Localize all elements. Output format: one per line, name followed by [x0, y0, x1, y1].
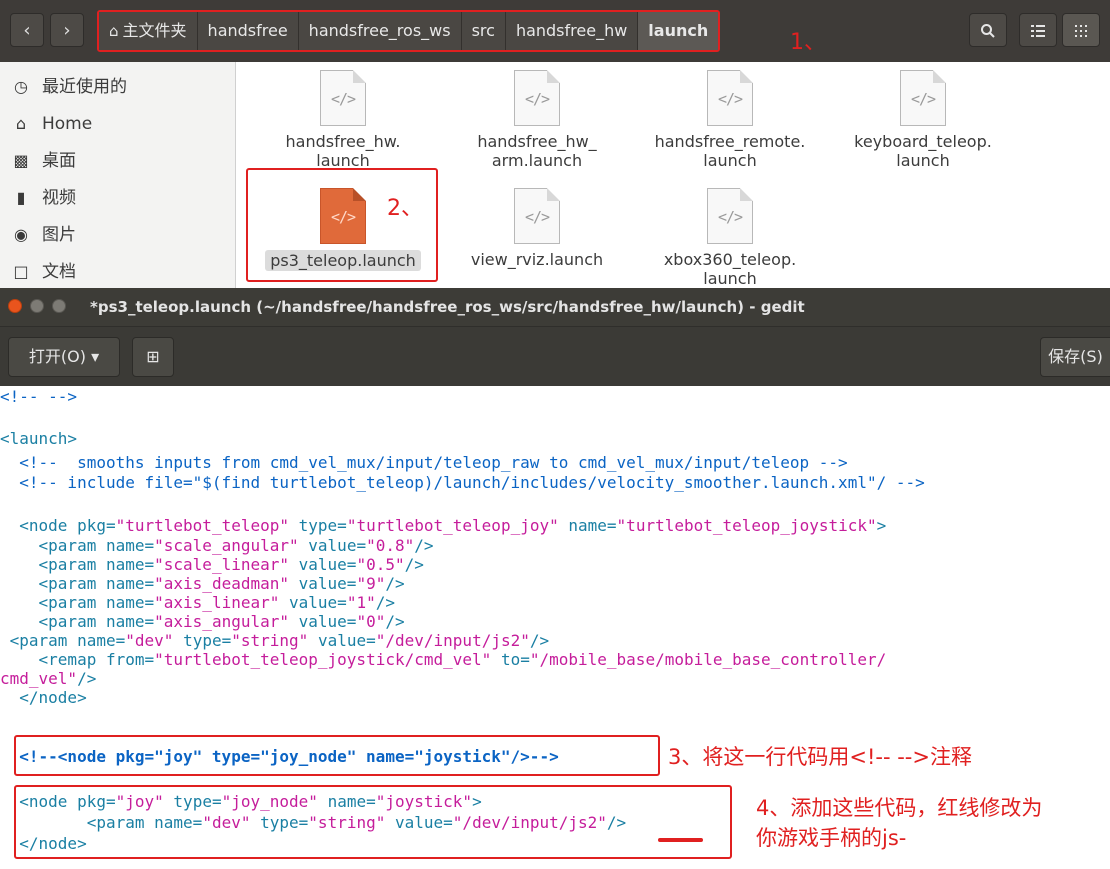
search-button[interactable] [969, 13, 1007, 47]
sidebar-item-videos[interactable]: ▮ 视频 [10, 183, 76, 213]
annotation-step-3: 3、将这一行代码用<!-- -->注释 [668, 745, 972, 769]
video-icon: ▮ [16, 188, 26, 207]
sidebar-item-pictures[interactable]: ◉ 图片 [10, 220, 76, 250]
launch-file-icon: </> [707, 188, 753, 244]
launch-file-icon-selected: </> [320, 188, 366, 244]
code-line: <!-- smooths inputs from cmd_vel_mux/inp… [0, 453, 848, 472]
code-line: <param name="dev" type="string" value="/… [86, 813, 627, 832]
forward-button[interactable]: › [50, 13, 84, 47]
code-line: <param name="scale_linear" value="0.5"/> [38, 555, 424, 574]
chevron-right-icon: › [63, 20, 71, 41]
grid-view-button[interactable] [1062, 13, 1100, 47]
code-line: cmd_vel"/> [0, 669, 97, 688]
sidebar-item-home[interactable]: ⌂ Home [10, 109, 92, 139]
annotation-underline-js2 [658, 838, 703, 842]
back-button[interactable]: ‹ [10, 13, 44, 47]
breadcrumb-handsfree-ros-ws[interactable]: handsfree_ros_ws [298, 12, 462, 50]
file-item-view-rviz[interactable]: </> view_rviz.launch [447, 188, 627, 269]
sidebar-item-desktop[interactable]: ▩ 桌面 [10, 146, 76, 176]
new-tab-icon: ⊞ [146, 347, 160, 366]
annotation-step-4-line2: 你游戏手柄的js- [756, 826, 907, 850]
code-line: <param name="dev" type="string" value="/… [9, 631, 550, 650]
list-view-button[interactable] [1019, 13, 1057, 47]
minimize-window-button[interactable] [30, 299, 44, 313]
annotation-step-4-line1: 4、添加这些代码，红线修改为 [756, 796, 1043, 820]
breadcrumb-handsfree-hw[interactable]: handsfree_hw [505, 12, 639, 50]
close-window-button[interactable] [8, 299, 22, 313]
search-icon [981, 23, 995, 38]
breadcrumb-src[interactable]: src [461, 12, 506, 50]
code-line: </node> [19, 688, 87, 707]
grid-view-icon [1075, 24, 1087, 37]
gedit-titlebar: *ps3_teleop.launch (~/handsfree/handsfre… [0, 288, 1110, 326]
file-manager-header: ‹ › ⌂ 主文件夹 handsfree handsfree_ros_ws src… [0, 0, 1110, 62]
document-icon: □ [13, 262, 29, 281]
clock-icon: ◷ [14, 77, 28, 96]
breadcrumb: ⌂ 主文件夹 handsfree handsfree_ros_ws src han… [97, 10, 721, 52]
code-line: <!-- include file="$(find turtlebot_tele… [0, 473, 925, 492]
chevron-left-icon: ‹ [23, 20, 31, 41]
list-view-icon [1031, 24, 1045, 37]
sidebar-item-documents[interactable]: □ 文档 [10, 257, 76, 287]
camera-icon: ◉ [14, 225, 28, 244]
new-tab-button[interactable]: ⊞ [132, 337, 174, 377]
folder-icon: ▩ [13, 151, 29, 170]
file-item-keyboard-teleop[interactable]: </> keyboard_teleop. launch [833, 70, 1013, 170]
code-editor[interactable]: <!-- --> <launch> <!-- smooths inputs fr… [0, 386, 1110, 869]
file-item-handsfree-remote[interactable]: </> handsfree_remote. launch [640, 70, 820, 170]
launch-file-icon: </> [514, 188, 560, 244]
code-line: <!-- --> [0, 387, 78, 406]
launch-file-icon: </> [320, 70, 366, 126]
code-line: <param name="axis_angular" value="0"/> [38, 612, 405, 631]
file-item-xbox360-teleop[interactable]: </> xbox360_teleop. launch [640, 188, 820, 288]
sidebar-item-recent[interactable]: ◷ 最近使用的 [10, 72, 127, 102]
annotation-step-1: 1、 [790, 30, 826, 55]
launch-file-icon: </> [900, 70, 946, 126]
window-title: *ps3_teleop.launch (~/handsfree/handsfre… [90, 298, 805, 316]
file-item-handsfree-hw-arm[interactable]: </> handsfree_hw_ arm.launch [447, 70, 627, 170]
breadcrumb-home[interactable]: ⌂ 主文件夹 [99, 12, 198, 50]
launch-file-icon: </> [707, 70, 753, 126]
code-line: <remap from="turtlebot_teleop_joystick/c… [38, 650, 887, 669]
code-line: <node pkg="joy" type="joy_node" name="jo… [19, 792, 482, 811]
code-line: <param name="axis_linear" value="1"/> [38, 593, 395, 612]
code-line: <param name="scale_angular" value="0.8"/… [38, 536, 434, 555]
code-line: </node> [19, 834, 87, 853]
sidebar: ◷ 最近使用的 ⌂ Home ▩ 桌面 ▮ 视频 ◉ 图片 □ 文档 [0, 62, 236, 288]
file-grid: </> handsfree_hw. launch </> handsfree_hw… [237, 62, 1110, 288]
maximize-window-button[interactable] [52, 299, 66, 313]
file-item-ps3-teleop[interactable]: </> ps3_teleop.launch [253, 188, 433, 271]
breadcrumb-launch[interactable]: launch [638, 12, 719, 50]
open-button[interactable]: 打开(O) ▾ [8, 337, 120, 377]
launch-file-icon: </> [514, 70, 560, 126]
code-line: <param name="axis_deadman" value="9"/> [38, 574, 405, 593]
save-button[interactable]: 保存(S) [1040, 337, 1110, 377]
code-line: <node pkg="turtlebot_teleop" type="turtl… [19, 516, 887, 535]
file-item-handsfree-hw[interactable]: </> handsfree_hw. launch [253, 70, 433, 170]
gedit-toolbar: 打开(O) ▾ ⊞ 保存(S) [0, 326, 1110, 386]
code-line: <launch> [0, 429, 78, 448]
home-icon: ⌂ [109, 22, 119, 40]
chevron-down-icon: ▾ [91, 347, 100, 366]
home-icon: ⌂ [15, 114, 27, 133]
code-line: <!--<node pkg="joy" type="joy_node" name… [19, 747, 559, 766]
breadcrumb-handsfree[interactable]: handsfree [197, 12, 299, 50]
